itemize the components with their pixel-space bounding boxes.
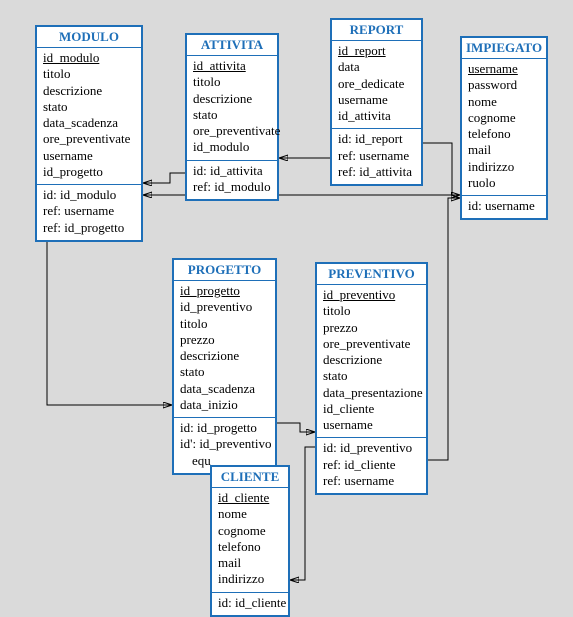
field: mail (218, 555, 282, 571)
entity-report: REPORT id_report data ore_dedicate usern… (330, 18, 423, 186)
field: descrizione (323, 352, 420, 368)
entity-fields: id_modulo titolo descrizione stato data_… (37, 48, 141, 184)
entity-title: IMPIEGATO (462, 38, 546, 59)
key: id: id_attivita (193, 163, 271, 179)
key: ref: id_cliente (323, 457, 420, 473)
entity-fields: id_attivita titolo descrizione stato ore… (187, 56, 277, 160)
entity-preventivo: PREVENTIVO id_preventivo titolo prezzo o… (315, 262, 428, 495)
field: nome (218, 506, 282, 522)
key: id: id_progetto (180, 420, 269, 436)
key: id: id_preventivo (323, 440, 420, 456)
field: descrizione (193, 91, 271, 107)
field: stato (323, 368, 420, 384)
entity-keys: id: id_attivita ref: id_modulo (187, 160, 277, 200)
entity-fields: id_progetto id_preventivo titolo prezzo … (174, 281, 275, 417)
entity-fields: id_report data ore_dedicate username id_… (332, 41, 421, 128)
field: id_attivita (193, 58, 271, 74)
field: descrizione (43, 83, 135, 99)
field: cognome (218, 523, 282, 539)
field: prezzo (323, 320, 420, 336)
field: ore_preventivate (323, 336, 420, 352)
field: stato (43, 99, 135, 115)
entity-keys: id: id_preventivo ref: id_cliente ref: u… (317, 437, 426, 493)
entity-title: ATTIVITA (187, 35, 277, 56)
entity-keys: id: id_cliente (212, 592, 288, 615)
entity-title: REPORT (332, 20, 421, 41)
field: indirizzo (218, 571, 282, 587)
field: ore_preventivate (43, 131, 135, 147)
field: cognome (468, 110, 540, 126)
field: telefono (468, 126, 540, 142)
field: id_preventivo (180, 299, 269, 315)
field: id_cliente (218, 490, 282, 506)
entity-cliente: CLIENTE id_cliente nome cognome telefono… (210, 465, 290, 617)
entity-fields: id_preventivo titolo prezzo ore_preventi… (317, 285, 426, 437)
field: ore_dedicate (338, 76, 415, 92)
field: nome (468, 94, 540, 110)
key: ref: username (43, 203, 135, 219)
field: username (338, 92, 415, 108)
entity-attivita: ATTIVITA id_attivita titolo descrizione … (185, 33, 279, 201)
field: id_report (338, 43, 415, 59)
key: ref: username (338, 148, 415, 164)
field: telefono (218, 539, 282, 555)
field: ore_preventivate (193, 123, 271, 139)
field: data (338, 59, 415, 75)
field: id_cliente (323, 401, 420, 417)
key: id': id_preventivo (180, 436, 269, 452)
field: id_progetto (180, 283, 269, 299)
key: id: id_report (338, 131, 415, 147)
entity-impiegato: IMPIEGATO username password nome cognome… (460, 36, 548, 220)
entity-fields: id_cliente nome cognome telefono mail in… (212, 488, 288, 592)
field: id_preventivo (323, 287, 420, 303)
field: data_presentazione (323, 385, 420, 401)
field: titolo (180, 316, 269, 332)
entity-title: MODULO (37, 27, 141, 48)
field: id_attivita (338, 108, 415, 124)
field: password (468, 77, 540, 93)
entity-progetto: PROGETTO id_progetto id_preventivo titol… (172, 258, 277, 475)
entity-keys: id: id_report ref: username ref: id_atti… (332, 128, 421, 184)
field: ruolo (468, 175, 540, 191)
field: id_modulo (193, 139, 271, 155)
field: mail (468, 142, 540, 158)
entity-fields: username password nome cognome telefono … (462, 59, 546, 195)
field: titolo (193, 74, 271, 90)
entity-modulo: MODULO id_modulo titolo descrizione stat… (35, 25, 143, 242)
field: titolo (323, 303, 420, 319)
field: id_modulo (43, 50, 135, 66)
key: ref: username (323, 473, 420, 489)
field: data_scadenza (43, 115, 135, 131)
entity-keys: id: username (462, 195, 546, 218)
field: id_progetto (43, 164, 135, 180)
field: descrizione (180, 348, 269, 364)
key: ref: id_progetto (43, 220, 135, 236)
key: ref: id_modulo (193, 179, 271, 195)
field: prezzo (180, 332, 269, 348)
key: id: id_cliente (218, 595, 282, 611)
field: username (468, 61, 540, 77)
field: username (323, 417, 420, 433)
entity-keys: id: id_modulo ref: username ref: id_prog… (37, 184, 141, 240)
field: indirizzo (468, 159, 540, 175)
key: id: username (468, 198, 540, 214)
key: ref: id_attivita (338, 164, 415, 180)
entity-title: PREVENTIVO (317, 264, 426, 285)
field: username (43, 148, 135, 164)
key: id: id_modulo (43, 187, 135, 203)
field: data_inizio (180, 397, 269, 413)
entity-title: CLIENTE (212, 467, 288, 488)
field: data_scadenza (180, 381, 269, 397)
field: stato (180, 364, 269, 380)
field: titolo (43, 66, 135, 82)
entity-title: PROGETTO (174, 260, 275, 281)
field: stato (193, 107, 271, 123)
